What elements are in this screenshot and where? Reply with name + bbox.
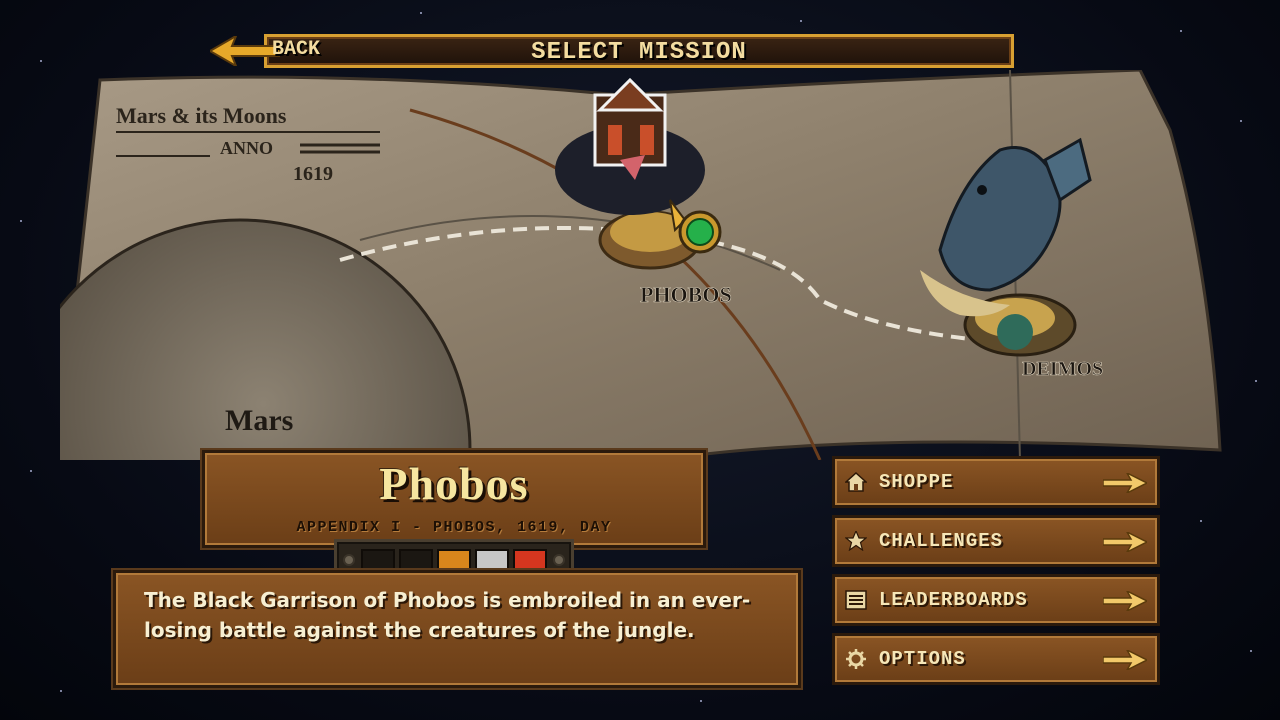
- options-label: OPTIONS: [879, 648, 966, 670]
- arrow-right-icon: [1103, 650, 1147, 670]
- gear-icon: [846, 649, 866, 669]
- challenges-button[interactable]: CHALLENGES: [832, 515, 1160, 567]
- arrow-right-icon: [1103, 591, 1147, 611]
- star-icon: [845, 531, 867, 551]
- back-label: BACK: [272, 38, 321, 61]
- map-year-label: 1619: [293, 163, 333, 185]
- mission-title: Phobos: [379, 458, 529, 509]
- mission-info-panel: Phobos APPENDIX I - PHOBOS, 1619, DAY: [202, 450, 706, 548]
- map-title-label: Mars & its Moons: [116, 103, 287, 128]
- shoppe-button[interactable]: SHOPPE: [832, 456, 1160, 508]
- house-icon: [845, 472, 867, 492]
- bolt-icon: [343, 554, 355, 566]
- arrow-right-icon: [1103, 532, 1147, 552]
- arrow-right-icon: [1103, 473, 1147, 493]
- list-icon: [845, 590, 867, 610]
- phobos-map-label: PHOBOS: [640, 282, 732, 307]
- mars-label: Mars: [225, 404, 293, 437]
- back-button[interactable]: BACK: [210, 32, 370, 72]
- leaderboards-button[interactable]: LEADERBOARDS: [832, 574, 1160, 626]
- leaderboards-label: LEADERBOARDS: [879, 589, 1028, 611]
- mission-subtitle: APPENDIX I - PHOBOS, 1619, DAY: [296, 519, 612, 536]
- title-bar: SELECT MISSION: [264, 34, 1014, 68]
- shoppe-label: SHOPPE: [879, 471, 954, 493]
- bolt-icon: [553, 554, 565, 566]
- deimos-map-label: DEIMOS: [1022, 358, 1103, 380]
- page-title: SELECT MISSION: [531, 39, 747, 66]
- mission-description: The Black Garrison of Phobos is embroile…: [144, 588, 751, 642]
- map-anno-label: ANNO: [220, 138, 273, 158]
- back-arrow-icon: [210, 36, 280, 66]
- options-button[interactable]: OPTIONS: [832, 633, 1160, 685]
- mission-map: Mars & its Moons ANNO 1619 Mars PHOBOS D…: [60, 70, 1222, 460]
- challenges-label: CHALLENGES: [879, 530, 1004, 552]
- mission-description-panel: The Black Garrison of Phobos is embroile…: [113, 570, 801, 688]
